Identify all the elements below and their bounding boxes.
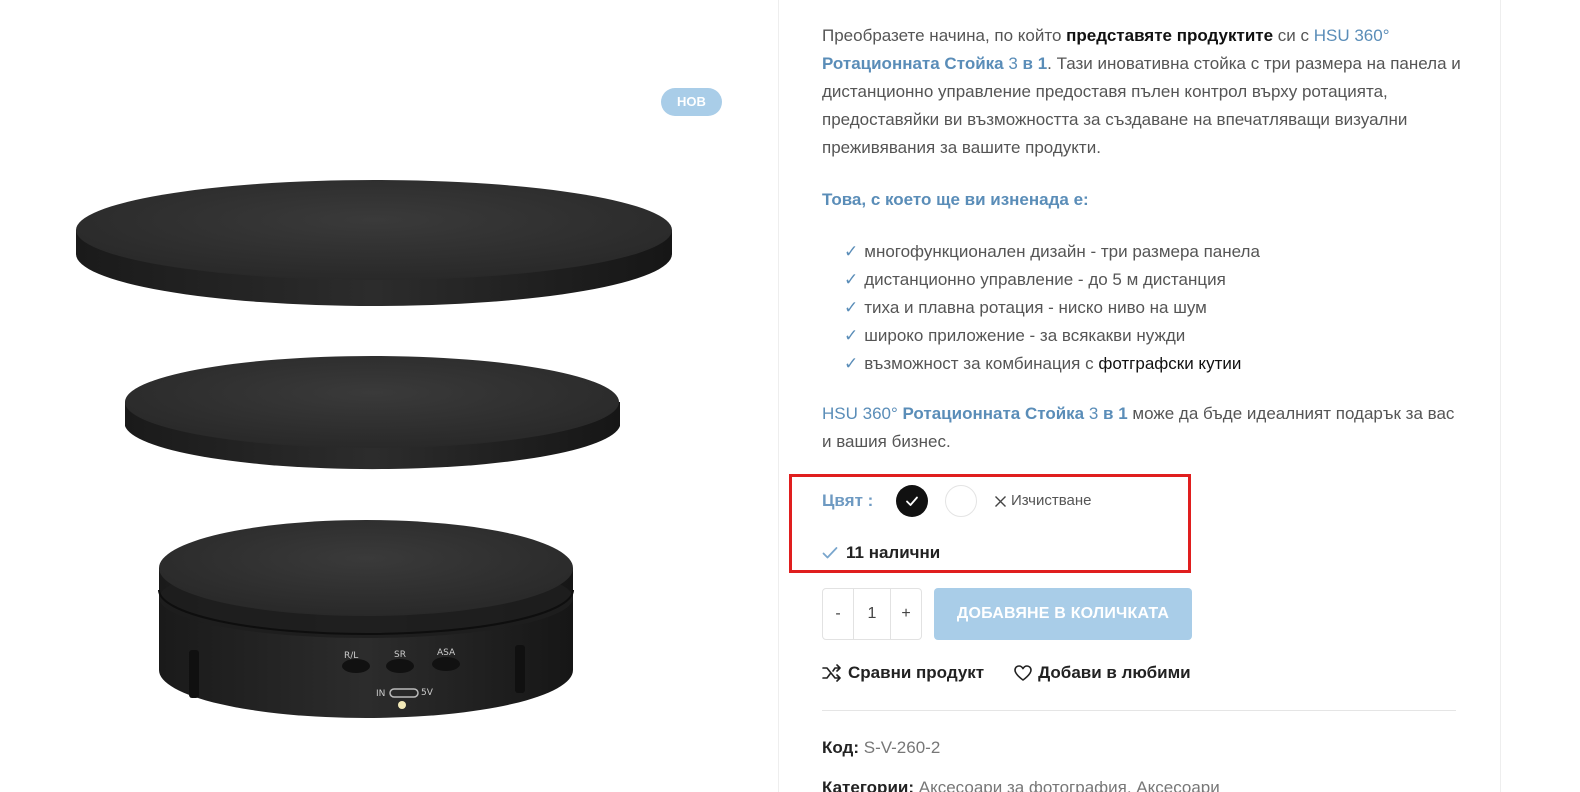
add-to-cart-button[interactable]: ДОБАВЯНЕ В КОЛИЧКАТА — [934, 588, 1192, 640]
check-icon — [906, 496, 918, 506]
panel-divider-left — [778, 0, 779, 792]
wishlist-button[interactable]: Добави в любими — [1014, 663, 1191, 683]
rl-label: R/L — [344, 651, 358, 661]
panel-divider-right — [1500, 0, 1501, 792]
sku-value: S-V-260-2 — [863, 738, 941, 757]
categories-label: Категории: — [822, 778, 915, 792]
feature-text: дистанционно управление - до 5 м дистанц… — [864, 270, 1226, 289]
new-badge: НОВ — [661, 88, 722, 116]
swatch-white[interactable] — [945, 485, 977, 517]
shuffle-icon — [822, 664, 841, 682]
check-icon: ✓ — [844, 354, 859, 373]
feature-text: възможност за комбинация с — [864, 354, 1099, 373]
stock-text: 11 налични — [846, 543, 941, 562]
asa-label: ASA — [437, 648, 456, 658]
compare-label: Сравни продукт — [848, 663, 985, 682]
feature-text: тиха и плавна ротация - ниско ниво на шу… — [864, 298, 1207, 317]
product-actions: Сравни продукт Добави в любими — [822, 663, 1191, 683]
link-text: Ротационната Стойка — [902, 404, 1085, 423]
check-icon: ✓ — [844, 298, 859, 317]
categories-value[interactable]: Аксесоари за фотография, Аксесоари — [919, 778, 1220, 792]
list-item: ✓ дистанционно управление - до 5 м дистан… — [844, 266, 1462, 294]
5v-label: 5V — [421, 688, 434, 698]
product-categories: Категории: Аксесоари за фотография, Аксе… — [822, 776, 1220, 792]
gift-paragraph: HSU 360° Ротационната Стойка 3 в 1 може … — [822, 400, 1462, 456]
link-text: HSU 360° — [822, 404, 903, 423]
check-icon: ✓ — [844, 326, 859, 345]
wishlist-label: Добави в любими — [1038, 663, 1191, 682]
in-label: IN — [376, 689, 385, 699]
desc-text: си с — [1273, 26, 1314, 45]
link-text: Ротационната Стойка — [822, 54, 1004, 73]
link-text: в 1 — [1103, 404, 1128, 423]
check-icon: ✓ — [844, 270, 859, 289]
link-text: 3 — [1084, 404, 1104, 423]
features-heading: Това, с което ще ви изненада е: — [822, 190, 1089, 209]
heart-icon — [1014, 665, 1032, 681]
product-image[interactable]: R/L SR ASA IN 5V — [60, 170, 700, 730]
list-item: ✓ възможност за комбинация с фотграфски к… — [844, 350, 1462, 378]
feature-text: многофункционален дизайн - три размера п… — [864, 242, 1260, 261]
link-text: в 1 — [1022, 54, 1048, 73]
turntable-base: R/L SR ASA IN 5V — [158, 520, 574, 718]
qty-plus-button[interactable]: + — [891, 589, 921, 639]
clear-label: Изчистване — [1011, 492, 1092, 509]
clear-button[interactable]: Изчистване — [994, 491, 1092, 511]
large-plate — [76, 180, 672, 306]
check-icon: ✓ — [844, 242, 859, 261]
features-list: ✓ многофункционален дизайн - три размера … — [822, 238, 1462, 378]
product-name-link[interactable]: HSU 360° Ротационната Стойка 3 в 1 — [822, 404, 1128, 423]
list-item: ✓ многофункционален дизайн - три размера … — [844, 238, 1462, 266]
link-text: 3 — [1003, 54, 1023, 73]
link-text: HSU 360° — [1313, 26, 1390, 45]
divider — [822, 710, 1456, 711]
desc-strong: представяте продуктите — [1066, 26, 1274, 45]
qty-minus-button[interactable]: - — [823, 589, 853, 639]
feature-text: широко приложение - за всякакви нужди — [864, 326, 1186, 345]
medium-plate — [125, 356, 620, 470]
sr-label: SR — [394, 650, 406, 660]
product-description: Преобразете начина, по който представяте… — [822, 22, 1462, 162]
product-sku: Код: S-V-260-2 — [822, 736, 940, 760]
product-gallery: НОВ R/L SR ASA IN 5V — [0, 0, 790, 792]
list-item: ✓ тиха и плавна ротация - ниско ниво на ш… — [844, 294, 1462, 322]
photo-boxes-link[interactable]: фотграфски кутии — [1098, 354, 1241, 373]
check-icon — [822, 547, 838, 559]
swatch-black[interactable] — [896, 485, 928, 517]
color-label: Цвят : — [822, 491, 874, 510]
sku-label: Код: — [822, 738, 859, 757]
close-icon — [995, 495, 1006, 507]
desc-text: Преобразете начина, по който — [822, 26, 1067, 45]
quantity-input[interactable]: 1 — [853, 589, 891, 639]
stock-status: 11 налични — [822, 541, 940, 565]
compare-button[interactable]: Сравни продукт — [822, 663, 984, 683]
quantity-stepper: - 1 + — [822, 588, 922, 640]
product-summary: Преобразете начина, по който представяте… — [822, 22, 1462, 456]
list-item: ✓ широко приложение - за всякакви нужди — [844, 322, 1462, 350]
